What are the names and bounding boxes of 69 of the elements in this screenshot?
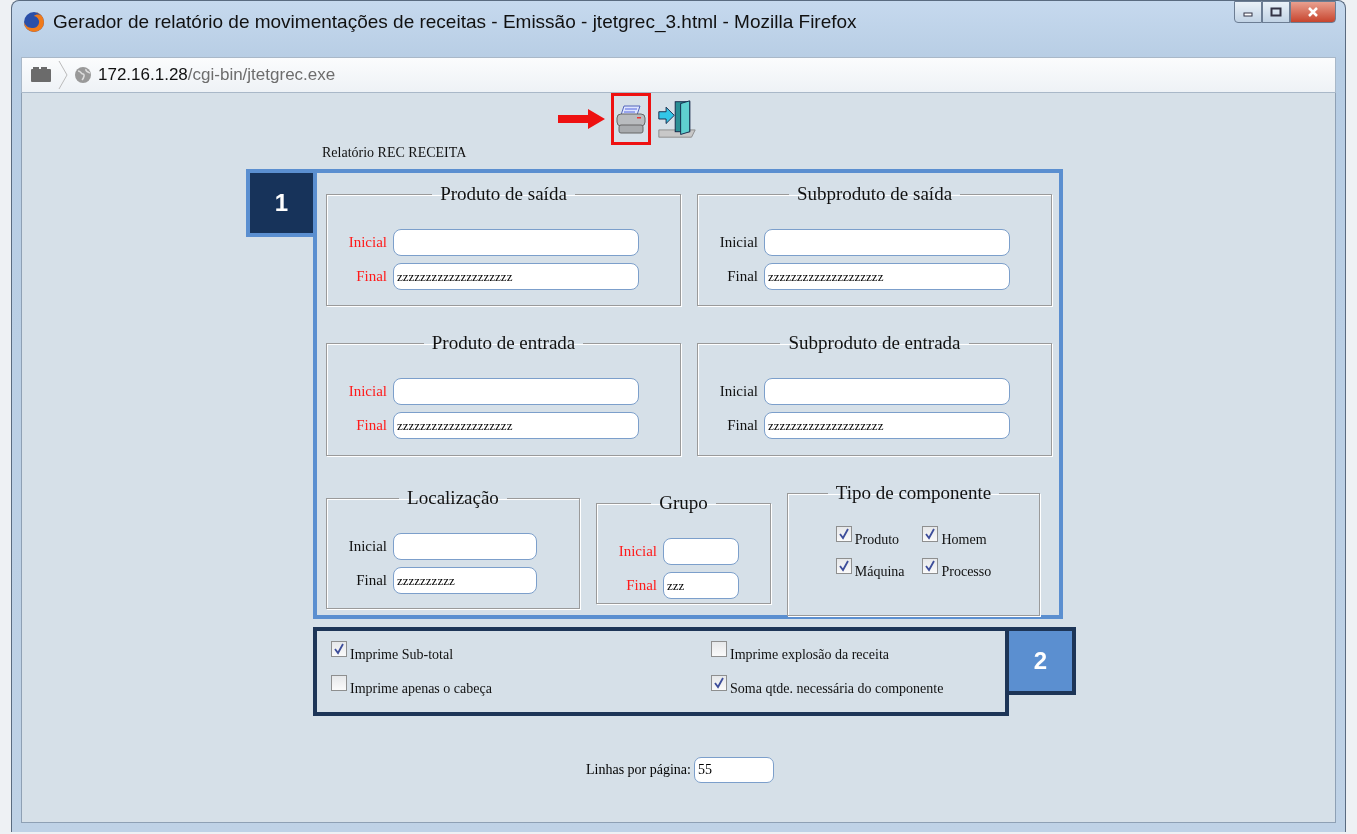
input-field[interactable] <box>764 229 1010 256</box>
section-number-badge: 1 <box>246 169 313 237</box>
browser-logo-icon <box>23 11 45 33</box>
input-field[interactable]: zzzzzzzzzz <box>393 567 537 594</box>
checkbox[interactable] <box>711 675 727 691</box>
field-label: Inicial <box>347 383 387 400</box>
field-label: Inicial <box>347 234 387 251</box>
checkbox-label: Produto <box>854 532 900 548</box>
fieldset-legend: Tipo de componente <box>827 482 1000 504</box>
field-label: Final <box>355 268 387 285</box>
maximize-icon <box>1270 7 1282 17</box>
fieldset-legend: Subproduto de saída <box>788 183 961 205</box>
window-title: Gerador de relatório de movimentações de receitas - Emissão - jtetgrec_3.html - Mozilla Firefox <box>53 11 858 33</box>
url-host: 172.16.1.28 <box>98 65 188 85</box>
chevron-icon <box>58 60 68 90</box>
fieldset-legend: Grupo <box>651 492 716 514</box>
tab-list-icon <box>30 67 52 83</box>
field-label: Inicial <box>718 234 758 251</box>
input-field[interactable] <box>663 538 739 565</box>
input-field[interactable]: zzzzzzzzzzzzzzzzzzzz <box>393 263 639 290</box>
fieldset-legend: Subproduto de entrada <box>780 332 969 354</box>
checkbox[interactable] <box>922 526 939 542</box>
checkbox-label: Imprime Sub-total <box>350 647 454 663</box>
field-label: Final <box>726 268 758 285</box>
input-field[interactable] <box>393 533 537 560</box>
input-field[interactable] <box>764 378 1010 405</box>
close-button[interactable] <box>1290 1 1336 23</box>
printer-icon <box>615 103 647 135</box>
field-label: Inicial <box>718 383 758 400</box>
close-icon <box>1307 7 1319 17</box>
field-label: Inicial <box>617 543 657 560</box>
checkbox-label: Imprime apenas o cabeça <box>350 681 492 697</box>
url-path: /cgi-bin/jtetgrec.exe <box>187 65 336 85</box>
field-label: Final <box>355 417 387 434</box>
lines-per-page-label: Linhas por página: <box>586 762 691 778</box>
checkbox[interactable] <box>331 675 347 691</box>
checkbox-label: Imprime explosão da receita <box>730 647 889 663</box>
field-label: Final <box>355 572 387 589</box>
fieldset-legend: Produto de entrada <box>423 332 584 354</box>
fieldset-legend: Localização <box>399 487 507 509</box>
fieldset-legend: Produto de saída <box>432 183 575 205</box>
input-field[interactable]: zzz <box>663 572 739 599</box>
checkbox[interactable] <box>835 558 852 574</box>
print-button[interactable] <box>611 93 651 145</box>
checkbox-label: Soma qtde. necessária do componente <box>730 681 944 697</box>
checkbox[interactable] <box>835 526 852 542</box>
field-label: Inicial <box>347 538 387 555</box>
input-field[interactable]: zzzzzzzzzzzzzzzzzzzz <box>393 412 639 439</box>
arrow-icon <box>558 109 605 129</box>
checkbox-label: Homem <box>941 532 987 548</box>
input-field[interactable]: zzzzzzzzzzzzzzzzzzzz <box>764 263 1010 290</box>
address-bar[interactable]: 172.16.1.28/cgi-bin/jtetgrec.exe <box>21 57 1336 93</box>
maximize-button[interactable] <box>1262 1 1290 23</box>
checkbox[interactable] <box>922 558 939 574</box>
door-exit-icon <box>657 97 697 141</box>
input-field[interactable] <box>393 229 639 256</box>
section-number-badge: 2 <box>1009 627 1076 695</box>
checkbox-label: Processo <box>941 564 992 580</box>
checkbox[interactable] <box>331 641 347 657</box>
input-field[interactable]: zzzzzzzzzzzzzzzzzzzz <box>764 412 1010 439</box>
report-title: Relatório REC RECEITA <box>322 145 468 161</box>
input-field[interactable]: 55 <box>694 757 774 783</box>
checkbox-label: Máquina <box>854 564 905 580</box>
input-field[interactable] <box>393 378 639 405</box>
checkbox[interactable] <box>711 641 727 657</box>
globe-icon <box>74 66 92 84</box>
field-label: Final <box>726 417 758 434</box>
minimize-button[interactable] <box>1234 1 1262 23</box>
field-label: Final <box>625 577 657 594</box>
